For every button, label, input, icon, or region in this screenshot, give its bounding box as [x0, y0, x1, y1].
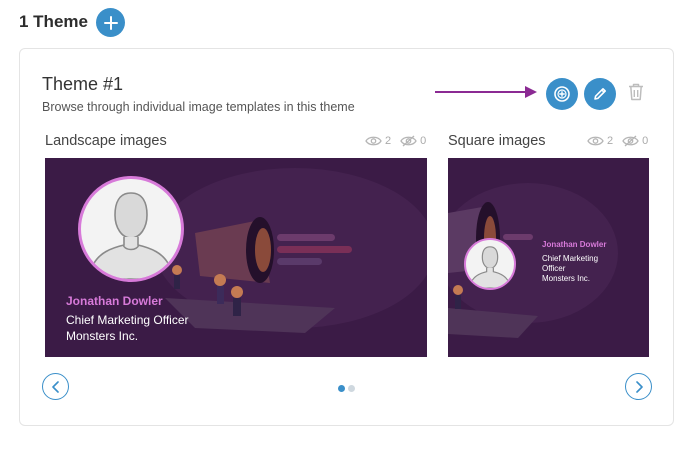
trash-icon	[629, 83, 643, 101]
carousel-prev-button[interactable]	[42, 373, 69, 400]
carousel-next-button[interactable]	[625, 373, 652, 400]
theme-card: Theme #1 Browse through individual image…	[19, 48, 674, 426]
eye-off-icon	[400, 135, 417, 147]
avatar	[464, 238, 516, 290]
carousel-pagination	[338, 385, 355, 392]
landscape-stats: 2 0	[365, 135, 426, 147]
delete-theme-button[interactable]	[627, 82, 645, 107]
eye-icon	[587, 136, 604, 146]
plus-circle-icon	[554, 86, 570, 102]
eye-off-icon	[622, 135, 639, 147]
duplicate-theme-button[interactable]	[546, 78, 578, 110]
theme-description: Browse through individual image template…	[42, 100, 355, 114]
chevron-right-icon	[635, 380, 643, 393]
annotation-arrow-icon	[435, 86, 537, 98]
square-image-preview[interactable]: Jonathan Dowler Chief Marketing Officer …	[448, 158, 649, 357]
themes-count-title: 1 Theme	[19, 12, 88, 31]
square-images-label: Square images	[448, 133, 546, 149]
square-stats: 2 0	[587, 135, 648, 147]
preview-person-title-line2: Officer	[542, 264, 566, 273]
preview-person-title-line1: Chief Marketing	[542, 254, 599, 263]
square-hidden-count: 0	[642, 135, 649, 147]
carousel-dot-1[interactable]	[338, 385, 345, 392]
square-views-count: 2	[607, 135, 614, 147]
pencil-icon	[594, 88, 606, 100]
plus-icon	[103, 15, 118, 30]
landscape-views-count: 2	[385, 135, 392, 147]
edit-theme-button[interactable]	[584, 78, 616, 110]
preview-person-name: Jonathan Dowler	[66, 294, 163, 308]
chevron-left-icon	[51, 380, 59, 393]
preview-person-title: Chief Marketing Officer	[66, 313, 189, 327]
landscape-image-preview[interactable]: Jonathan Dowler Chief Marketing Officer …	[45, 158, 427, 357]
eye-icon	[365, 136, 382, 146]
landscape-hidden-count: 0	[420, 135, 427, 147]
user-silhouette-icon	[471, 246, 509, 288]
carousel-dot-2[interactable]	[348, 385, 355, 392]
preview-person-company: Monsters Inc.	[542, 274, 591, 283]
preview-person-company: Monsters Inc.	[66, 329, 139, 343]
user-silhouette-icon	[92, 192, 170, 279]
add-theme-button[interactable]	[96, 8, 125, 37]
theme-title: Theme #1	[42, 74, 124, 94]
preview-person-name: Jonathan Dowler	[542, 240, 607, 249]
avatar	[78, 176, 184, 282]
landscape-images-label: Landscape images	[45, 133, 167, 149]
